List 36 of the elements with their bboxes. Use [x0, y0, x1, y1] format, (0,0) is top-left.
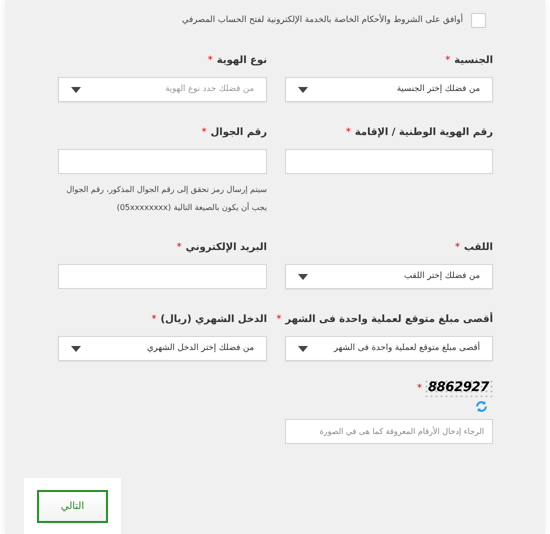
required-mark: * — [276, 312, 282, 326]
required-mark: * — [202, 126, 207, 140]
required-mark: * — [416, 382, 422, 396]
field-label: البريد الإلكتروني — [186, 240, 267, 254]
caret-icon — [71, 86, 81, 92]
next-button[interactable]: التالي — [37, 490, 108, 522]
text-field[interactable] — [285, 149, 493, 174]
field-label: الجنسية — [454, 54, 493, 68]
field-label: رقم الهوية الوطنية / الإقامة — [354, 126, 493, 140]
terms-label: أوافق على الشروط والأحكام الخاصة بالخدمة الإلكترونية لفتح الحساب المصرفي — [182, 14, 463, 27]
text-field[interactable] — [58, 149, 267, 174]
text-field[interactable] — [58, 264, 267, 289]
captcha-field[interactable]: الرجاء إدخال الأرقام المعروفة كما هى في الصورة — [285, 419, 493, 444]
field-label: أقصى مبلغ متوقع لعملية واحدة فى الشهر — [285, 312, 493, 326]
caret-icon — [298, 86, 308, 92]
terms-checkbox[interactable] — [471, 13, 486, 28]
required-mark: * — [176, 240, 182, 254]
caret-icon — [298, 346, 308, 352]
captcha-image: 8862927 — [424, 379, 493, 397]
required-mark: * — [208, 54, 213, 68]
select-field[interactable]: من فضلك إختر الجنسية — [285, 77, 493, 102]
caret-icon — [298, 274, 308, 280]
required-mark: * — [454, 240, 460, 254]
caret-icon — [71, 346, 81, 352]
refresh-icon[interactable] — [475, 400, 488, 413]
field-label: رقم الجوال — [210, 126, 267, 140]
required-mark: * — [346, 126, 351, 140]
field-label: نوع الهوية — [216, 54, 267, 68]
select-field[interactable]: أقصى مبلغ متوقع لعملية واحدة فى الشهر — [285, 336, 493, 361]
required-mark: * — [152, 312, 157, 326]
hint-text: سيتم إرسال رمز تحقق إلى رقم الجوال المذكور، رقم الجوال يجب أن يكون بالصيغة التالية (05xxxxxxxx) — [65, 184, 267, 214]
select-field[interactable]: من فضلك إختر الدخل الشهري — [58, 336, 267, 361]
field-label: اللقب — [464, 240, 493, 254]
field-label: الدخل الشهري (ريال) — [160, 312, 267, 326]
required-mark: * — [445, 54, 450, 68]
select-field[interactable]: من فضلك إختر اللقب — [285, 264, 493, 289]
